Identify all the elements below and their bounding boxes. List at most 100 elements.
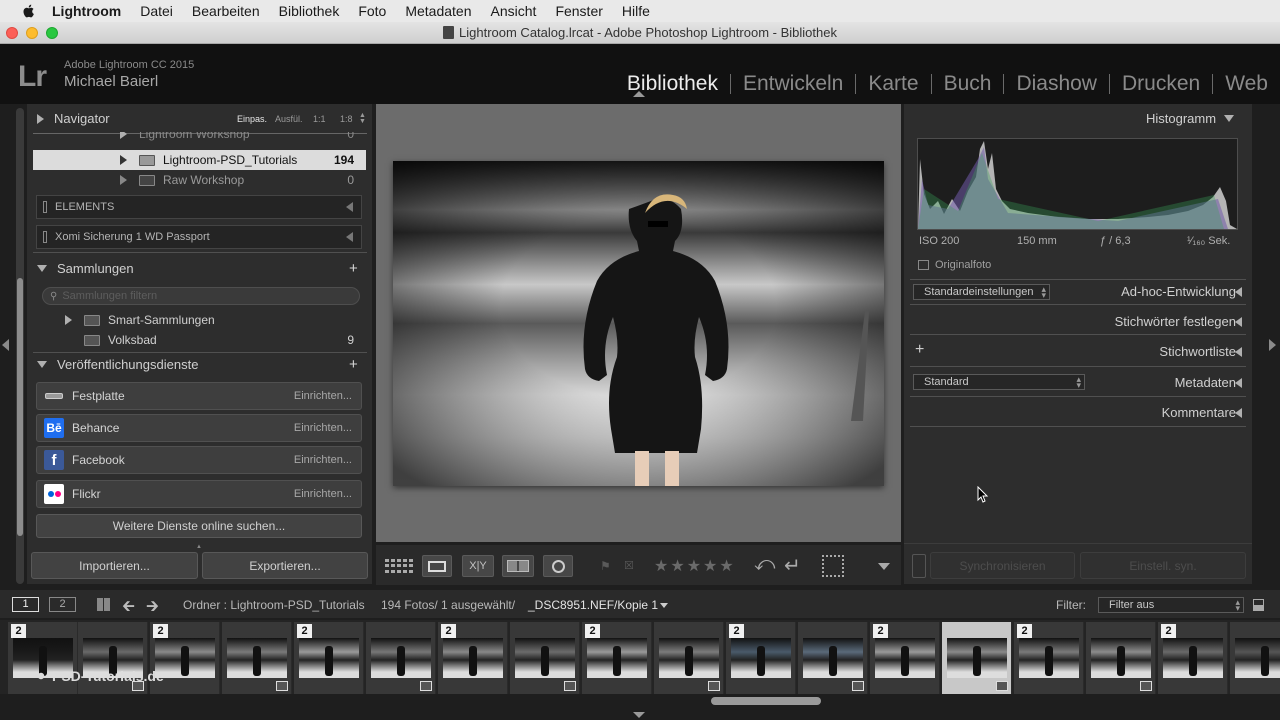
module-drucken[interactable]: Drucken bbox=[1110, 72, 1212, 96]
collection-row[interactable]: Volksbad 9 bbox=[33, 330, 366, 350]
collections-header[interactable]: Sammlungen + bbox=[37, 260, 367, 277]
keyword-list-title[interactable]: Stichwortliste bbox=[1159, 344, 1236, 359]
expand-icon[interactable] bbox=[1235, 347, 1242, 357]
original-photo-checkbox[interactable]: Originalfoto bbox=[918, 259, 991, 271]
filmstrip-thumbnail[interactable]: 2 bbox=[294, 622, 364, 694]
top-panel-toggle[interactable] bbox=[633, 91, 645, 97]
add-publish-service-icon[interactable]: + bbox=[349, 356, 358, 373]
zoom-1-1[interactable]: 1:1 bbox=[313, 114, 326, 124]
folder-row[interactable]: Lightroom Workshop 0 bbox=[33, 132, 366, 144]
stack-count-badge[interactable]: 2 bbox=[297, 624, 312, 638]
main-photo[interactable] bbox=[393, 161, 884, 486]
histogram-header[interactable]: Histogramm bbox=[1146, 111, 1235, 126]
sync-metadata-button[interactable]: Synchronisieren bbox=[930, 552, 1075, 579]
filmstrip-thumbnail[interactable]: 2 bbox=[582, 622, 652, 694]
left-panel-scrollbar[interactable] bbox=[16, 108, 24, 584]
export-button[interactable]: Exportieren... bbox=[202, 552, 368, 579]
folder-row[interactable]: Raw Workshop 0 bbox=[33, 170, 366, 190]
service-setup-link[interactable]: Einrichten... bbox=[294, 422, 352, 434]
forward-arrow-icon[interactable]: 🡲 bbox=[146, 595, 159, 622]
back-arrow-icon[interactable]: 🡰 bbox=[122, 595, 135, 622]
flag-pick-icon[interactable]: ⚑ bbox=[600, 559, 611, 573]
flag-reject-icon[interactable]: ☒ bbox=[624, 559, 634, 572]
menu-metadaten[interactable]: Metadaten bbox=[405, 3, 471, 19]
filmstrip-thumbnail[interactable] bbox=[1086, 622, 1156, 694]
zoom-fit[interactable]: Einpas. bbox=[237, 114, 267, 124]
left-panel-toggle[interactable] bbox=[2, 339, 9, 351]
metadata-title[interactable]: Metadaten bbox=[1175, 375, 1236, 390]
menu-datei[interactable]: Datei bbox=[140, 3, 173, 19]
expand-icon[interactable] bbox=[65, 315, 72, 325]
right-panel-toggle[interactable] bbox=[1269, 339, 1276, 351]
import-button[interactable]: Importieren... bbox=[31, 552, 198, 579]
sync-settings-button[interactable]: Einstell. syn. bbox=[1080, 552, 1246, 579]
expand-icon[interactable] bbox=[1235, 378, 1242, 388]
stack-count-badge[interactable]: 2 bbox=[1017, 624, 1032, 638]
filmstrip-thumbnail[interactable]: 2 bbox=[870, 622, 940, 694]
current-file[interactable]: _DSC8951.NEF/Kopie 1 bbox=[528, 598, 658, 612]
toolbar-menu-icon[interactable] bbox=[878, 563, 890, 570]
filter-lock-icon[interactable] bbox=[1253, 599, 1264, 611]
loupe-view-button[interactable] bbox=[422, 555, 452, 577]
volume-row[interactable]: ELEMENTS bbox=[36, 195, 362, 219]
menu-ansicht[interactable]: Ansicht bbox=[491, 3, 537, 19]
service-facebook[interactable]: f Facebook Einrichten... bbox=[36, 446, 362, 474]
filter-dropdown[interactable]: Filter aus ▴ ▾ bbox=[1098, 597, 1244, 613]
stack-count-badge[interactable]: 2 bbox=[585, 624, 600, 638]
publish-services-header[interactable]: Veröffentlichungsdienste + bbox=[37, 356, 367, 373]
panel-resize-handle-icon[interactable]: ▲ bbox=[196, 544, 202, 550]
folder-row-selected[interactable]: Lightroom-PSD_Tutorials 194 bbox=[33, 150, 366, 170]
close-window-button[interactable] bbox=[6, 27, 18, 39]
second-window-button[interactable]: 2 bbox=[49, 597, 76, 612]
menu-app[interactable]: Lightroom bbox=[52, 3, 121, 19]
expand-icon[interactable] bbox=[1235, 317, 1242, 327]
grid-view-icon[interactable] bbox=[383, 555, 413, 577]
zoom-fill[interactable]: Ausfül. bbox=[275, 114, 303, 124]
filmstrip-scrollbar[interactable] bbox=[711, 697, 821, 705]
crop-overlay-icon[interactable] bbox=[822, 555, 844, 577]
zoom-window-button[interactable] bbox=[46, 27, 58, 39]
expand-icon[interactable] bbox=[120, 132, 127, 139]
filmstrip-thumbnail[interactable] bbox=[510, 622, 580, 694]
expand-icon[interactable] bbox=[120, 155, 127, 165]
compare-view-button[interactable]: X|Y bbox=[462, 555, 494, 577]
stack-count-badge[interactable]: 2 bbox=[729, 624, 744, 638]
collection-row[interactable]: Smart-Sammlungen bbox=[33, 310, 366, 330]
stack-count-badge[interactable]: 2 bbox=[441, 624, 456, 638]
service-setup-link[interactable]: Einrichten... bbox=[294, 454, 352, 466]
module-diashow[interactable]: Diashow bbox=[1004, 72, 1109, 96]
minimize-window-button[interactable] bbox=[26, 27, 38, 39]
filmstrip[interactable]: 2 2 2 2 2 2 2 2 2 bbox=[0, 620, 1280, 694]
histogram[interactable] bbox=[917, 138, 1238, 230]
add-keyword-icon[interactable]: + bbox=[915, 341, 924, 359]
survey-view-button[interactable] bbox=[502, 555, 534, 577]
people-view-button[interactable] bbox=[543, 555, 573, 577]
filmstrip-thumbnail[interactable]: 2 bbox=[1158, 622, 1228, 694]
stack-count-badge[interactable]: 2 bbox=[873, 624, 888, 638]
metadata-view-dropdown[interactable]: Standard ▴ ▾ bbox=[913, 374, 1085, 390]
bottom-panel-toggle[interactable] bbox=[633, 712, 645, 718]
service-flickr[interactable]: Flickr Einrichten... bbox=[36, 480, 362, 508]
service-setup-link[interactable]: Einrichten... bbox=[294, 390, 352, 402]
apple-icon[interactable] bbox=[20, 3, 38, 19]
volume-row[interactable]: Xomi Sicherung 1 WD Passport bbox=[36, 225, 362, 249]
menu-foto[interactable]: Foto bbox=[358, 3, 386, 19]
stack-count-badge[interactable]: 2 bbox=[1161, 624, 1176, 638]
expand-icon[interactable] bbox=[1235, 287, 1242, 297]
filmstrip-thumbnail[interactable] bbox=[798, 622, 868, 694]
rotate-left-icon[interactable]: ⤺ bbox=[754, 553, 775, 576]
expand-icon[interactable] bbox=[120, 175, 127, 185]
filmstrip-thumbnail-selected[interactable] bbox=[942, 622, 1012, 694]
source-breadcrumb[interactable]: Ordner : Lightroom-PSD_Tutorials bbox=[183, 598, 365, 612]
module-web[interactable]: Web bbox=[1213, 72, 1268, 96]
filmstrip-thumbnail[interactable] bbox=[366, 622, 436, 694]
chevron-down-icon[interactable] bbox=[660, 603, 668, 608]
scrollbar-thumb[interactable] bbox=[17, 278, 23, 536]
menu-hilfe[interactable]: Hilfe bbox=[622, 3, 650, 19]
grid-icon[interactable] bbox=[97, 598, 110, 611]
keywording-title[interactable]: Stichwörter festlegen bbox=[1115, 314, 1236, 329]
stack-count-badge[interactable]: 2 bbox=[153, 624, 168, 638]
rotate-right-icon[interactable]: ↵ bbox=[784, 553, 801, 578]
filmstrip-thumbnail[interactable] bbox=[222, 622, 292, 694]
stack-count-badge[interactable]: 2 bbox=[11, 624, 26, 638]
